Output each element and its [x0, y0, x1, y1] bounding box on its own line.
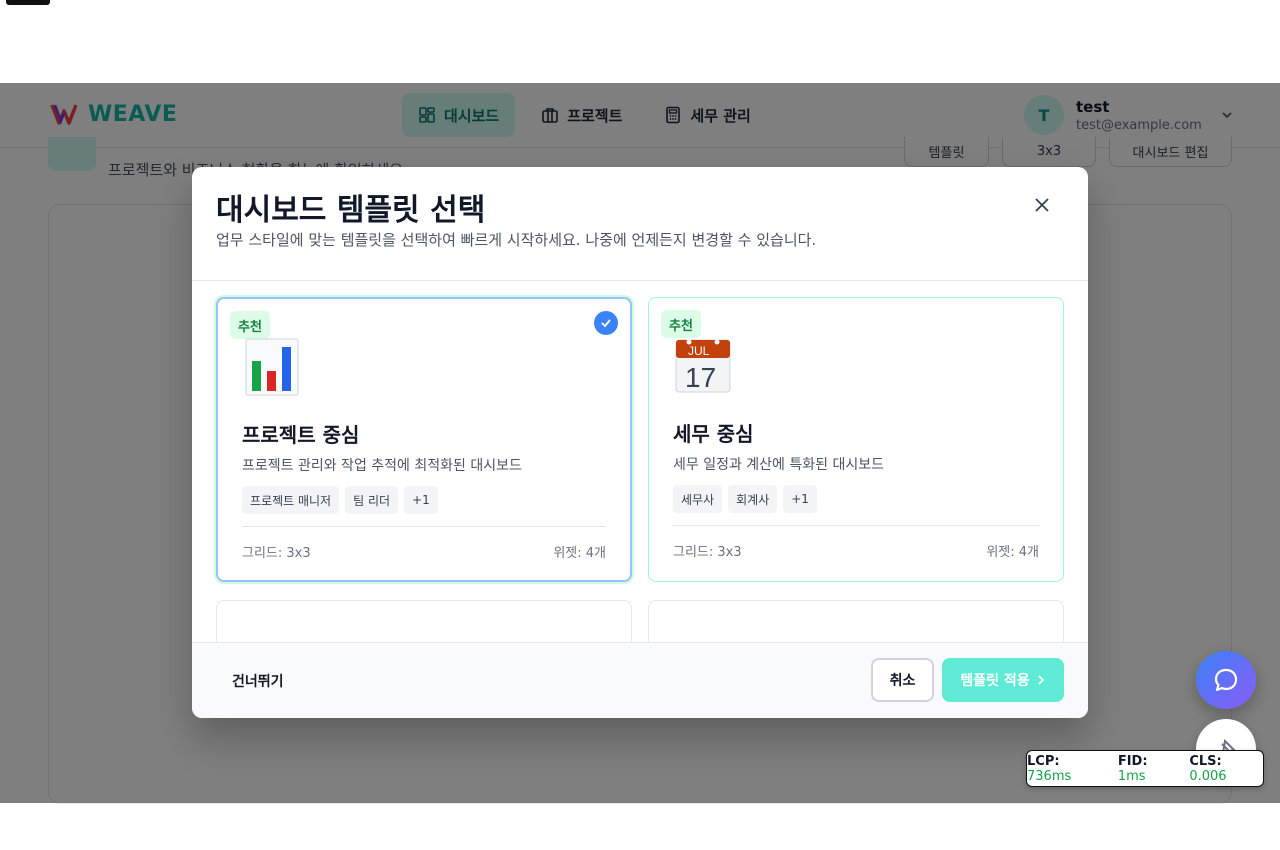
card-divider — [673, 525, 1039, 526]
template-tag: 프로젝트 매니저 — [242, 486, 340, 514]
template-tag: 팀 리더 — [345, 486, 399, 514]
top-tab-fragment — [6, 0, 50, 5]
modal-title: 대시보드 템플릿 선택 — [216, 193, 486, 228]
selected-check-icon — [594, 311, 618, 335]
chevron-right-icon — [1038, 675, 1044, 685]
template-grid: 그리드: 3x3 — [242, 546, 311, 561]
template-card-partial[interactable] — [648, 600, 1064, 642]
bar-chart-icon — [245, 338, 299, 396]
recommended-badge: 추천 — [661, 310, 701, 338]
template-tags: 세무사 회계사 +1 — [673, 485, 817, 513]
template-tag: +1 — [783, 485, 817, 513]
modal-description: 업무 스타일에 맞는 템플릿을 선택하여 빠르게 시작하세요. 나중에 언제든지… — [216, 231, 817, 249]
modal-footer: 건너뛰기 취소 템플릿 적용 — [192, 642, 1088, 718]
template-name: 세무 중심 — [673, 422, 754, 446]
calendar-day: 17 — [685, 362, 716, 393]
template-description: 세무 일정과 계산에 특화된 대시보드 — [673, 457, 884, 473]
template-description: 프로젝트 관리와 작업 추적에 최적화된 대시보드 — [242, 458, 522, 474]
template-tag: 세무사 — [673, 485, 723, 513]
close-button[interactable] — [1028, 191, 1056, 219]
template-widgets: 위젯: 4개 — [553, 546, 606, 561]
apply-template-label: 템플릿 적용 — [960, 673, 1030, 689]
template-name: 프로젝트 중심 — [242, 423, 360, 447]
template-tag: 회계사 — [728, 485, 778, 513]
modal-header: 대시보드 템플릿 선택 업무 스타일에 맞는 템플릿을 선택하여 빠르게 시작하… — [192, 167, 1088, 281]
recommended-badge: 추천 — [230, 311, 270, 339]
web-vitals-panel: LCP: 736ms FID: 1ms CLS: 0.006 — [1026, 750, 1264, 787]
template-card-tax[interactable]: 추천 JUL 17 세무 중심 세무 일정과 계산에 특화된 대시보드 세무사 … — [648, 297, 1064, 582]
chat-bubble-icon — [1214, 668, 1238, 692]
template-widgets: 위젯: 4개 — [986, 545, 1039, 560]
skip-button[interactable]: 건너뛰기 — [216, 659, 300, 703]
template-list[interactable]: 추천 프로젝트 중심 프로젝트 관리와 작업 추적에 최적화된 대시보드 프로젝… — [192, 282, 1088, 642]
template-grid: 그리드: 3x3 — [673, 545, 742, 560]
card-divider — [242, 526, 606, 527]
template-tag: +1 — [404, 486, 438, 514]
chat-button[interactable] — [1196, 651, 1256, 709]
apply-template-button[interactable]: 템플릿 적용 — [942, 658, 1064, 702]
lcp-metric: LCP: 736ms — [1027, 753, 1072, 784]
template-card-partial[interactable] — [216, 600, 632, 642]
close-icon — [1035, 198, 1049, 212]
cancel-button[interactable]: 취소 — [871, 658, 934, 702]
template-tags: 프로젝트 매니저 팀 리더 +1 — [242, 486, 438, 514]
cls-metric: CLS: 0.006 — [1189, 753, 1227, 784]
calendar-month: JUL — [688, 344, 710, 358]
fid-metric: FID: 1ms — [1117, 753, 1148, 784]
template-card-project[interactable]: 추천 프로젝트 중심 프로젝트 관리와 작업 추적에 최적화된 대시보드 프로젝… — [216, 297, 632, 582]
calendar-icon: JUL 17 — [675, 339, 731, 393]
template-select-modal: 대시보드 템플릿 선택 업무 스타일에 맞는 템플릿을 선택하여 빠르게 시작하… — [192, 167, 1088, 718]
